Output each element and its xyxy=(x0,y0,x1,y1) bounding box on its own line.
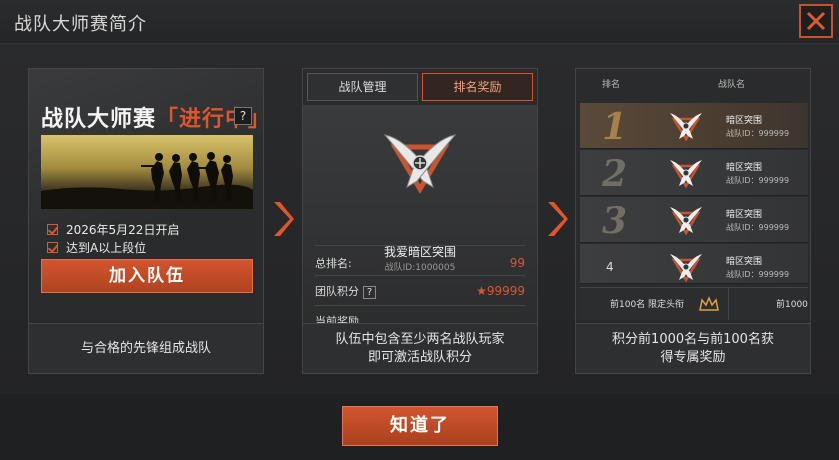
crown-icon xyxy=(699,296,719,311)
divider xyxy=(315,245,525,246)
team-emblem-icon xyxy=(670,207,702,236)
header-bar: 战队大师赛简介 xyxy=(0,0,839,44)
team-points-label: 团队积分 xyxy=(315,285,359,298)
header-rank: 排名 xyxy=(602,80,621,90)
checkbox-icon xyxy=(47,224,58,235)
team-emblem-icon xyxy=(670,160,702,189)
team-name: 暗区突围 xyxy=(726,163,763,173)
tab-team-management[interactable]: 战队管理 xyxy=(307,73,418,101)
team-points-value: ★99999 xyxy=(476,284,525,298)
condition-rank: 达到A以上段位 xyxy=(47,239,146,256)
condition-date-text: 2026年5月22日开启 xyxy=(66,223,180,237)
divider xyxy=(315,305,525,306)
rank-number: 4 xyxy=(606,260,614,274)
event-status: 「进行中」 xyxy=(156,107,272,132)
leaderboard-row: 2 暗区突围 战队ID：999999 xyxy=(580,150,808,196)
event-banner-image xyxy=(41,135,253,209)
team-name: 暗区突围 xyxy=(726,210,763,220)
top-rewards-row: 前100名 限定头衔 前1000 xyxy=(580,287,808,320)
card-caption: 队伍中包含至少两名战队玩家 即可激活战队积分 xyxy=(303,323,537,373)
team-id: 战队ID：999999 xyxy=(726,223,790,232)
tab-rank-rewards[interactable]: 排名奖励 xyxy=(422,73,533,101)
team-tabs: 战队管理 排名奖励 xyxy=(307,73,533,101)
team-emblem-icon xyxy=(670,254,702,283)
caption-line-1: 积分前1000名与前100名获 xyxy=(612,331,774,347)
intro-card-leaderboard: 排名 战队名 1 暗区突围 战队ID：999999 2 暗区突围 战队ID：99… xyxy=(575,68,811,374)
card-caption: 与合格的先锋组成战队 xyxy=(29,323,263,373)
team-id: 战队ID：999999 xyxy=(726,270,790,279)
arrow-right-icon xyxy=(274,202,294,236)
top100-reward-text: 前100名 限定头衔 xyxy=(610,300,685,310)
divider xyxy=(315,275,525,276)
team-emblem-icon xyxy=(383,134,457,194)
help-icon[interactable]: ? xyxy=(234,107,252,125)
total-rank-row: 总排名: 99 xyxy=(315,255,525,271)
checkbox-icon xyxy=(47,242,58,253)
team-name: 暗区突围 xyxy=(726,257,763,267)
team-emblem-icon xyxy=(670,113,702,142)
page-title: 战队大师赛简介 xyxy=(14,14,147,35)
caption-text: 与合格的先锋组成战队 xyxy=(80,340,211,356)
leaderboard-row: 3 暗区突围 战队ID：999999 xyxy=(580,197,808,243)
divider xyxy=(728,288,729,320)
condition-date: 2026年5月22日开启 xyxy=(47,221,179,238)
leaderboard-header: 排名 战队名 xyxy=(580,77,808,93)
team-id: 战队ID：999999 xyxy=(726,129,790,138)
total-rank-label: 总排名: xyxy=(315,257,352,270)
team-points-row: 团队积分? ★99999 xyxy=(315,283,525,299)
caption-line-2: 得专属奖励 xyxy=(660,349,726,365)
help-icon[interactable]: ? xyxy=(363,286,376,299)
join-panel: 战队大师赛「进行中」 ? 2026年5月22日开启 达到A以上段位 加入队伍 xyxy=(29,69,270,323)
top1000-reward-text: 前1000 xyxy=(776,300,808,310)
card-caption: 积分前1000名与前100名获 得专属奖励 xyxy=(576,323,810,373)
intro-card-join: 战队大师赛「进行中」 ? 2026年5月22日开启 达到A以上段位 加入队伍 与… xyxy=(28,68,270,374)
join-team-button[interactable]: 加入队伍 xyxy=(41,259,253,293)
rank-number: 2 xyxy=(602,153,628,195)
arrow-right-icon xyxy=(548,202,568,236)
header-team: 战队名 xyxy=(718,80,746,90)
intro-card-team: 战队管理 排名奖励 我爱暗区突围 战队ID:1000005 总排名: 99 团队… xyxy=(302,68,538,374)
rank-number: 1 xyxy=(602,106,628,148)
caption-line-2: 即可激活战队积分 xyxy=(367,349,472,365)
close-icon xyxy=(806,11,826,31)
event-title-text: 战队大师赛 xyxy=(41,107,157,132)
confirm-button[interactable]: 知道了 xyxy=(342,406,498,446)
team-name: 暗区突围 xyxy=(726,116,763,126)
team-id: 战队ID：999999 xyxy=(726,176,790,185)
rank-number: 3 xyxy=(602,200,628,242)
leaderboard-row: 4 暗区突围 战队ID：999999 xyxy=(580,244,808,284)
leaderboard-row: 1 暗区突围 战队ID：999999 xyxy=(580,103,808,149)
caption-line-1: 队伍中包含至少两名战队玩家 xyxy=(335,331,505,347)
close-button[interactable] xyxy=(799,4,833,38)
team-points-label-group: 团队积分? xyxy=(315,283,376,299)
total-rank-value: 99 xyxy=(509,256,525,270)
condition-rank-text: 达到A以上段位 xyxy=(66,241,147,255)
